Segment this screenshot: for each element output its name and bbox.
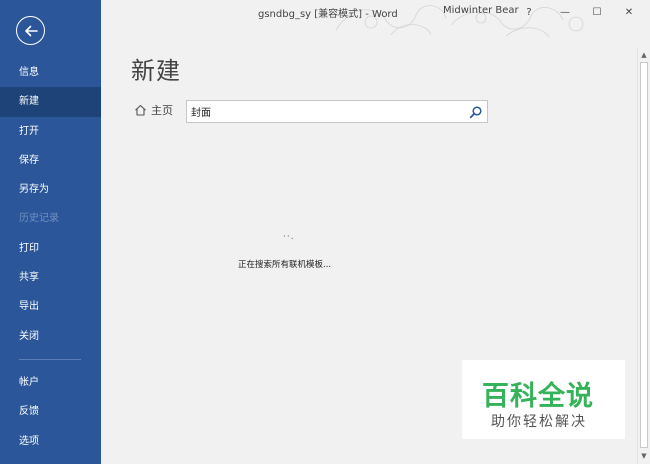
backstage-sidebar: 信息 新建 打开 保存 另存为 历史记录 打印 共享 导出 关闭 帐户 反馈 选…	[0, 0, 101, 464]
sidebar-divider	[19, 358, 81, 360]
restore-button[interactable]: ☐	[587, 2, 607, 22]
home-label: 主页	[151, 104, 173, 117]
vertical-scrollbar[interactable]: ▲ ▼	[637, 48, 649, 464]
loading-indicator: ··.	[283, 232, 295, 242]
home-icon	[135, 104, 146, 116]
home-link[interactable]: 主页	[134, 102, 173, 118]
document-title: gsndbg_sy [兼容模式] - Word	[258, 9, 398, 20]
sidebar-item-close[interactable]: 关闭	[0, 322, 101, 351]
sidebar-nav: 信息 新建 打开 保存 另存为 历史记录 打印 共享 导出 关闭 帐户 反馈 选…	[0, 58, 101, 456]
template-search-input[interactable]	[191, 103, 463, 120]
back-button[interactable]	[16, 16, 45, 45]
scroll-down-arrow-icon[interactable]: ▼	[639, 451, 649, 461]
sidebar-item-open[interactable]: 打开	[0, 117, 101, 146]
sidebar-item-info[interactable]: 信息	[0, 58, 101, 87]
sidebar-item-save[interactable]: 保存	[0, 146, 101, 175]
loading-status-text: 正在搜索所有联机模板...	[238, 260, 332, 270]
sidebar-item-history: 历史记录	[19, 213, 59, 225]
watermark-main-text: 百科全说	[482, 381, 594, 412]
minimize-button[interactable]: —	[555, 2, 575, 22]
sidebar-item-new[interactable]: 新建	[0, 87, 101, 117]
watermark-logo: 百科全说 助你轻松解决	[462, 360, 625, 439]
watermark-sub-text: 助你轻松解决	[491, 414, 587, 430]
search-icon[interactable]	[469, 105, 483, 119]
close-button[interactable]: ✕	[619, 2, 639, 22]
user-name[interactable]: Midwinter Bear	[443, 5, 519, 16]
scroll-thumb[interactable]	[640, 62, 648, 448]
back-arrow-icon	[24, 25, 38, 36]
sidebar-item-account[interactable]: 帐户	[0, 368, 101, 397]
title-bar: gsndbg_sy [兼容模式] - Word Midwinter Bear ?…	[101, 0, 650, 38]
sidebar-item-save-as[interactable]: 另存为	[0, 175, 101, 204]
sidebar-item-share[interactable]: 共享	[0, 263, 101, 292]
help-button[interactable]: ?	[519, 2, 539, 22]
page-title: 新建	[131, 57, 181, 85]
template-search-box	[186, 100, 488, 123]
sidebar-item-feedback[interactable]: 反馈	[0, 397, 101, 426]
scroll-up-arrow-icon[interactable]: ▲	[639, 50, 649, 60]
sidebar-item-options[interactable]: 选项	[0, 427, 101, 456]
sidebar-item-print[interactable]: 打印	[0, 234, 101, 263]
sidebar-item-export[interactable]: 导出	[0, 292, 101, 321]
